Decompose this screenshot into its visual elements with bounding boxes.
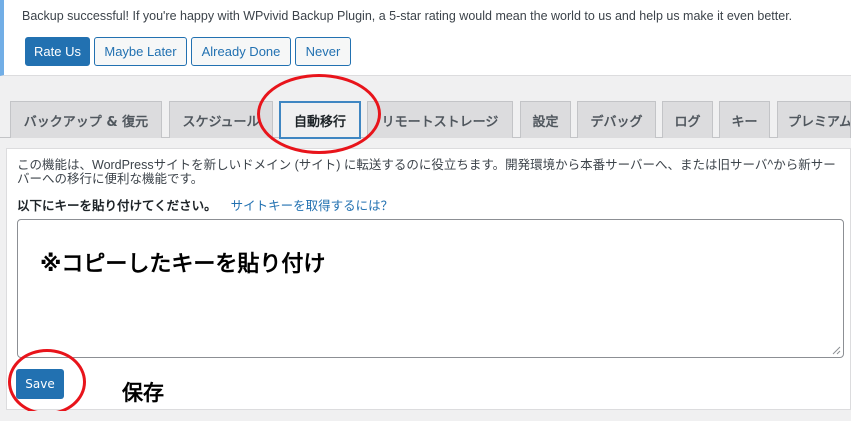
tab-key[interactable]: キー	[719, 101, 770, 138]
tab-remote-storage[interactable]: リモートストレージ	[367, 101, 513, 138]
resize-handle-icon[interactable]	[832, 346, 841, 355]
rating-notice: Backup successful! If you're happy with …	[0, 0, 851, 76]
get-site-key-link[interactable]: サイトキーを取得するには？	[231, 198, 394, 213]
migration-panel: この機能は、WordPressサイトを新しいドメイン (サイト) に転送するのに…	[6, 148, 851, 410]
save-button[interactable]: Save	[16, 369, 64, 399]
already-done-button[interactable]: Already Done	[191, 37, 291, 66]
maybe-later-button[interactable]: Maybe Later	[94, 37, 187, 66]
migration-description: この機能は、WordPressサイトを新しいドメイン (サイト) に転送するのに…	[17, 158, 836, 186]
key-label-row: 以下にキーを貼り付けてください。 サイトキーを取得するには？	[17, 195, 393, 214]
tab-bar: バックアップ & 復元 スケジュール 自動移行 リモートストレージ 設定 デバッ…	[0, 101, 851, 139]
page-footer-strip	[0, 411, 851, 421]
rate-us-button[interactable]: Rate Us	[25, 37, 90, 66]
notice-message: Backup successful! If you're happy with …	[22, 9, 793, 23]
save-annotation: 保存	[122, 381, 164, 405]
tab-schedule[interactable]: スケジュール	[169, 101, 273, 138]
tab-log[interactable]: ログ	[662, 101, 713, 138]
tab-settings[interactable]: 設定	[520, 101, 571, 138]
paste-key-annotation: ※コピーしたキーを貼り付け	[40, 252, 326, 277]
tab-auto-migration[interactable]: 自動移行	[279, 101, 361, 139]
site-key-textarea[interactable]	[17, 219, 844, 358]
tab-debug[interactable]: デバッグ	[577, 101, 656, 138]
tab-premium[interactable]: プレミアム	[777, 101, 851, 138]
tab-backup-restore[interactable]: バックアップ & 復元	[10, 101, 162, 138]
never-button[interactable]: Never	[295, 37, 351, 66]
key-label: 以下にキーを貼り付けてください。	[17, 198, 217, 213]
